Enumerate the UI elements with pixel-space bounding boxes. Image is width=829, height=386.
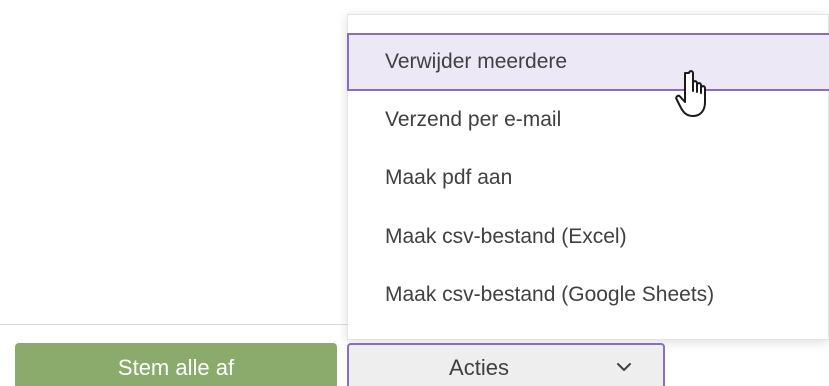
menu-item-label: Maak csv-bestand (Excel) (385, 225, 627, 248)
chevron-down-icon (617, 363, 631, 371)
actions-dropdown[interactable]: Acties (347, 343, 665, 386)
approve-all-button[interactable]: Stem alle af (15, 343, 337, 386)
menu-item-create-csv-excel[interactable]: Maak csv-bestand (Excel) (348, 208, 829, 266)
menu-item-label: Maak csv-bestand (Google Sheets) (385, 283, 715, 306)
approve-all-label: Stem alle af (117, 355, 235, 380)
menu-item-delete-multiple[interactable]: Verwijder meerdere (347, 33, 829, 91)
menu-item-label: Verzend per e-mail (385, 108, 562, 131)
hand-pointer-icon (675, 70, 706, 117)
menu-item-send-email[interactable]: Verzend per e-mail (348, 91, 829, 149)
menu-item-create-pdf[interactable]: Maak pdf aan (348, 149, 829, 207)
actions-dropdown-menu: Verwijder meerdere Verzend per e-mail Ma… (347, 14, 829, 340)
screen: Verwijder meerdere Verzend per e-mail Ma… (0, 0, 829, 386)
menu-item-label: Maak pdf aan (385, 166, 513, 189)
divider (0, 324, 360, 325)
menu-item-label: Verwijder meerdere (385, 50, 568, 73)
actions-dropdown-label: Acties (449, 355, 509, 380)
menu-item-create-csv-google-sheets[interactable]: Maak csv-bestand (Google Sheets) (348, 266, 829, 324)
